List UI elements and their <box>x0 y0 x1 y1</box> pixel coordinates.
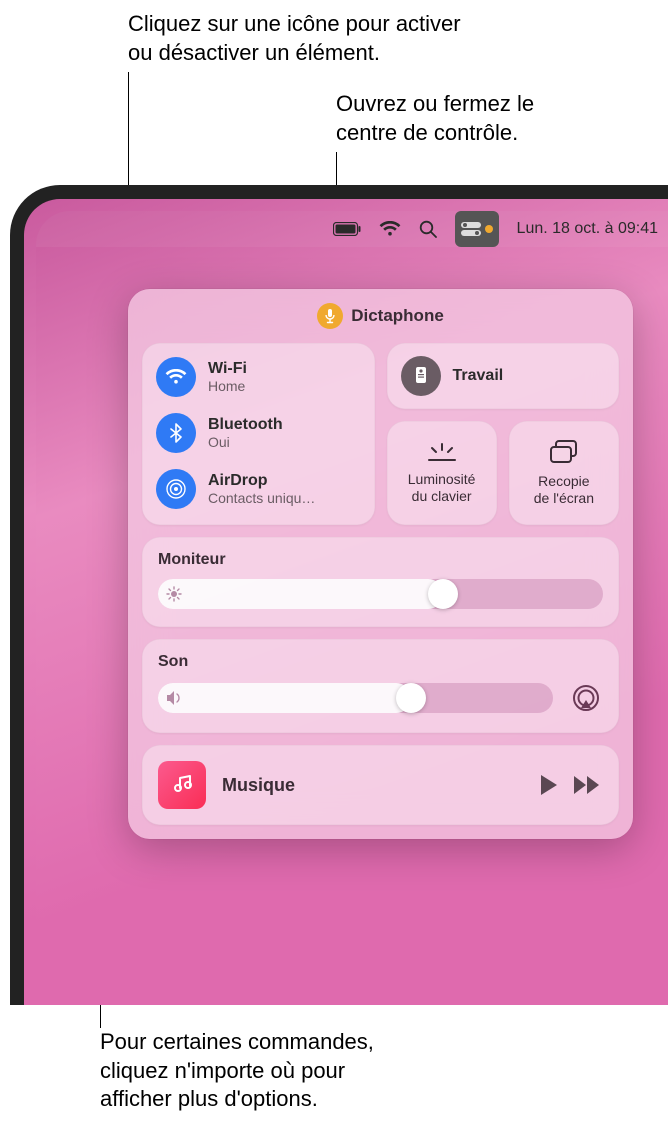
callout-toggle-icon: Cliquez sur une icône pour activer ou dé… <box>128 10 461 67</box>
menubar-clock[interactable]: Lun. 18 oct. à 09:41 <box>517 211 658 247</box>
battery-icon[interactable] <box>333 211 361 247</box>
display-slider-knob[interactable] <box>428 579 458 609</box>
airplay-audio-icon[interactable] <box>569 681 603 715</box>
wifi-title: Wi-Fi <box>208 360 247 378</box>
focus-icon[interactable] <box>401 356 441 396</box>
wifi-icon[interactable] <box>379 211 401 247</box>
menubar: Lun. 18 oct. à 09:41 <box>36 211 668 247</box>
volume-icon <box>166 690 184 706</box>
sound-slider-knob[interactable] <box>396 683 426 713</box>
callout-open-cc: Ouvrez ou fermez le centre de contrôle. <box>336 90 534 147</box>
callout-more-options: Pour certaines commandes, cliquez n'impo… <box>100 1028 374 1114</box>
airdrop-row[interactable]: AirDrop Contacts uniqu… <box>156 469 361 509</box>
display-slider[interactable] <box>158 579 603 609</box>
microphone-icon <box>317 303 343 329</box>
screen-mirroring-icon <box>549 440 579 467</box>
spotlight-icon[interactable] <box>419 211 437 247</box>
sound-label: Son <box>158 653 603 671</box>
keyboard-brightness-icon <box>427 442 457 465</box>
recording-indicator-dot <box>485 225 493 233</box>
airdrop-toggle-icon[interactable] <box>156 469 196 509</box>
bluetooth-sub: Oui <box>208 434 283 450</box>
wifi-row[interactable]: Wi-Fi Home <box>156 357 361 397</box>
screen-mirroring-label: Recopie de l'écran <box>534 473 594 505</box>
sound-tile[interactable]: Son <box>142 639 619 733</box>
airdrop-title: AirDrop <box>208 472 315 490</box>
music-app-icon <box>158 761 206 809</box>
keyboard-brightness-tile[interactable]: Luminosité du clavier <box>387 421 497 525</box>
play-icon[interactable] <box>539 774 559 796</box>
display-label: Moniteur <box>158 551 603 569</box>
laptop-frame: Lun. 18 oct. à 09:41 Dictaphone <box>10 185 668 1005</box>
airdrop-sub: Contacts uniqu… <box>208 490 315 506</box>
screen-mirroring-tile[interactable]: Recopie de l'écran <box>509 421 619 525</box>
recording-status-row[interactable]: Dictaphone <box>142 303 619 329</box>
wifi-sub: Home <box>208 378 247 394</box>
focus-tile[interactable]: Travail <box>387 343 620 409</box>
bluetooth-row[interactable]: Bluetooth Oui <box>156 413 361 453</box>
bluetooth-toggle-icon[interactable] <box>156 413 196 453</box>
keyboard-brightness-label: Luminosité du clavier <box>408 471 476 503</box>
wifi-toggle-icon[interactable] <box>156 357 196 397</box>
now-playing-tile[interactable]: Musique <box>142 745 619 825</box>
small-tiles-group: Luminosité du clavier Recopie de l'écran <box>387 421 620 525</box>
music-title: Musique <box>222 775 523 796</box>
control-center-menubar-icon[interactable] <box>455 211 499 247</box>
sound-slider[interactable] <box>158 683 553 713</box>
connectivity-tile[interactable]: Wi-Fi Home Bluetooth Oui <box>142 343 375 525</box>
bluetooth-title: Bluetooth <box>208 416 283 434</box>
display-brightness-tile[interactable]: Moniteur <box>142 537 619 627</box>
next-track-icon[interactable] <box>573 775 603 795</box>
brightness-icon <box>166 586 182 602</box>
recording-app-label: Dictaphone <box>351 306 444 326</box>
control-center-panel: Dictaphone Wi-Fi Home <box>128 289 633 839</box>
focus-label: Travail <box>453 367 504 385</box>
desktop: Lun. 18 oct. à 09:41 Dictaphone <box>36 211 668 1005</box>
